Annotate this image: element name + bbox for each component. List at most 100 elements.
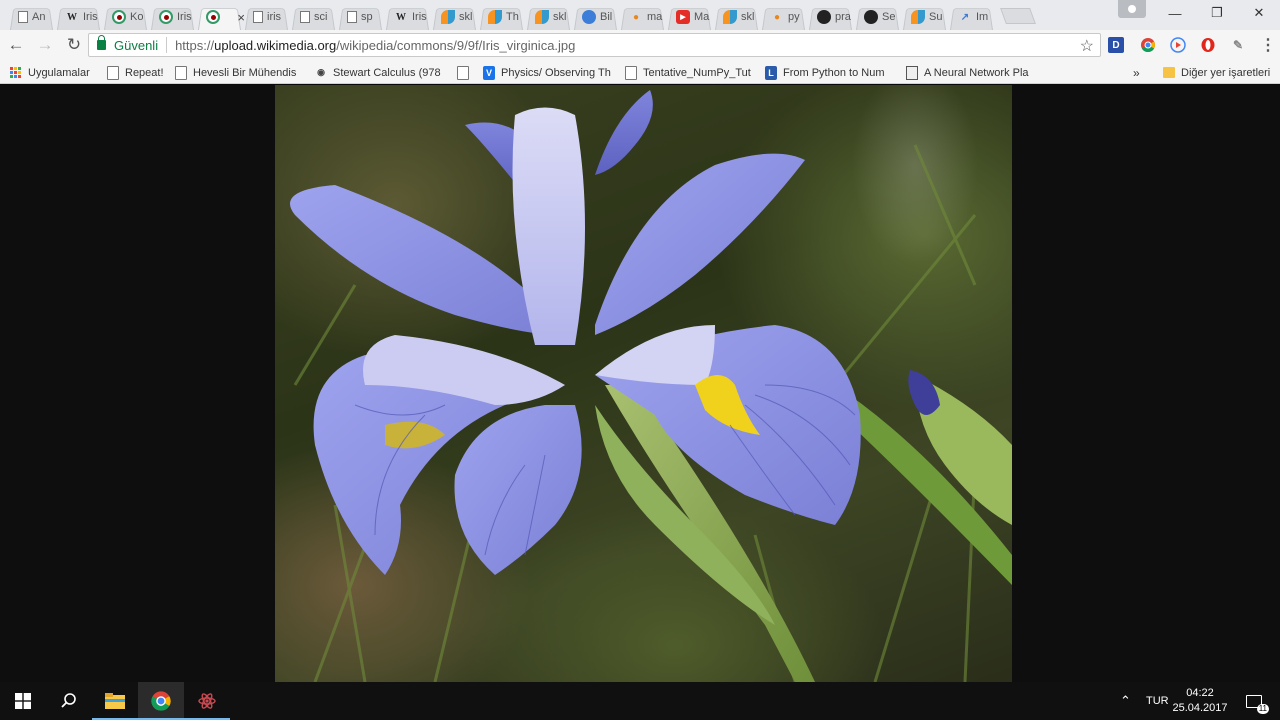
bookmark-item[interactable]: Tentative_NumPy_Tut: [625, 64, 751, 81]
scikit-icon: [535, 10, 549, 24]
tab[interactable]: Th: [476, 4, 527, 30]
notification-icon: 11: [1246, 694, 1269, 714]
tab-title: Iris: [83, 11, 98, 23]
bookmark-label: From Python to Num: [783, 66, 885, 79]
tab[interactable]: W Iris: [382, 4, 433, 30]
tab[interactable]: Su: [899, 4, 950, 30]
bookmark-star-icon[interactable]: ☆: [1080, 36, 1094, 56]
wikimedia-icon: [206, 10, 220, 24]
play-extension-icon[interactable]: [1168, 35, 1188, 55]
image-viewer: [0, 85, 1280, 682]
url-text[interactable]: https://upload.wikimedia.org/wikipedia/c…: [175, 38, 575, 53]
search-button[interactable]: [46, 682, 92, 720]
opera-extension-icon[interactable]: [1198, 35, 1218, 55]
tab-title: skl: [459, 11, 473, 23]
tab[interactable]: ● py: [758, 4, 809, 30]
tab[interactable]: Ko: [100, 4, 151, 30]
profile-button[interactable]: [1118, 0, 1146, 18]
tab[interactable]: skl: [429, 4, 480, 30]
wikipedia-icon: W: [67, 11, 77, 23]
tab[interactable]: ● ma: [617, 4, 668, 30]
reload-button[interactable]: ↻: [61, 32, 87, 58]
close-tab-icon[interactable]: ×: [237, 10, 245, 25]
tab-title: Se: [882, 11, 896, 23]
other-bookmarks-folder[interactable]: Diğer yer işaretleri: [1163, 64, 1270, 81]
bookmarks-overflow-button[interactable]: »: [1133, 64, 1140, 81]
chrome-extension-icon[interactable]: [1138, 35, 1158, 55]
chevron-up-icon: ⌃: [1120, 693, 1131, 708]
chrome-taskbar-button[interactable]: [138, 682, 184, 720]
url-host: upload.wikimedia.org: [214, 37, 337, 53]
start-button[interactable]: [0, 682, 46, 720]
url-path: /wikipedia/commons/9/9f/Iris_virginica.j…: [336, 37, 576, 53]
tab[interactable]: skl: [523, 4, 574, 30]
tab-title: py: [788, 11, 800, 23]
github-icon: [817, 10, 831, 24]
dashlane-extension-icon[interactable]: D: [1108, 37, 1124, 53]
pdf-extension-icon[interactable]: ✎: [1228, 35, 1248, 55]
other-bookmarks-label: Diğer yer işaretleri: [1181, 66, 1271, 79]
divider: [166, 37, 168, 53]
back-button[interactable]: ←: [3, 32, 29, 58]
chrome-icon: [151, 691, 171, 711]
apps-shortcut[interactable]: Uygulamalar: [10, 64, 90, 81]
bookmark-label: Tentative_NumPy_Tut: [643, 66, 751, 79]
tab[interactable]: An: [6, 4, 57, 30]
tray-overflow-button[interactable]: ⌃: [1120, 682, 1131, 720]
tab-title: Iris: [177, 11, 192, 23]
tab[interactable]: pra: [805, 4, 856, 30]
tab-title: pra: [835, 11, 851, 23]
atom-taskbar-button[interactable]: [184, 682, 230, 720]
clock-date: 25.04.2017: [1172, 702, 1228, 714]
atom-icon: [198, 693, 216, 709]
tab-title: ma: [647, 11, 663, 23]
bookmark-item[interactable]: [457, 64, 475, 81]
tab[interactable]: iris: [241, 4, 292, 30]
action-center-button[interactable]: 11: [1246, 682, 1269, 720]
scikit-icon: [441, 10, 455, 24]
tab[interactable]: Bil: [570, 4, 621, 30]
wikipedia-icon: W: [396, 11, 406, 23]
youtube-icon: ▶: [676, 10, 690, 24]
notification-count: 11: [1256, 703, 1269, 714]
tab-title: Ma: [694, 11, 710, 23]
tab-title: Im: [976, 11, 989, 23]
clock[interactable]: 04:22 25.04.2017: [1170, 686, 1230, 716]
bookmark-item[interactable]: ◉ Stewart Calculus (978: [315, 64, 441, 81]
bookmark-item[interactable]: A Neural Network Pla: [906, 64, 1029, 81]
iris-virginica-photo[interactable]: [275, 85, 1012, 682]
search-icon: [61, 693, 76, 708]
bookmark-item[interactable]: Hevesli Bir Mühendis: [175, 64, 296, 81]
tab[interactable]: Se: [852, 4, 903, 30]
tab-title: Iris: [412, 11, 427, 23]
tab[interactable]: ×: [194, 4, 245, 30]
tab[interactable]: skl: [711, 4, 762, 30]
tab[interactable]: ▶ Ma: [664, 4, 715, 30]
bookmark-item[interactable]: Repeat!: [107, 64, 164, 81]
bookmark-label: Physics/ Observing Th: [501, 66, 611, 79]
new-tab-button[interactable]: [1000, 8, 1036, 24]
minimize-button[interactable]: —: [1154, 0, 1196, 26]
wikimedia-icon: [112, 10, 126, 24]
restore-button[interactable]: ❐: [1196, 0, 1238, 26]
language-indicator[interactable]: TUR: [1146, 682, 1169, 720]
tab[interactable]: sp: [335, 4, 386, 30]
tab[interactable]: W Iris: [53, 4, 104, 30]
tab[interactable]: Iris: [147, 4, 198, 30]
page-icon: [253, 11, 263, 23]
bookmark-label: Stewart Calculus (978: [333, 66, 441, 79]
globe-icon: [582, 10, 596, 24]
tab[interactable]: ↗ Im: [946, 4, 997, 30]
address-bar[interactable]: Güvenli https://upload.wikimedia.org/wik…: [88, 33, 1101, 57]
bookmark-label: A Neural Network Pla: [924, 66, 1029, 79]
bookmark-item[interactable]: L From Python to Num: [765, 64, 884, 81]
bookmark-item[interactable]: V Physics/ Observing Th: [483, 64, 611, 81]
page-icon: [347, 11, 357, 23]
menu-icon[interactable]: ⋮: [1258, 35, 1278, 55]
scikit-icon: [488, 10, 502, 24]
forward-button[interactable]: →: [32, 32, 58, 58]
windows-taskbar: ⌃ TUR 04:22 25.04.2017 11: [0, 682, 1280, 720]
close-window-button[interactable]: ✕: [1238, 0, 1280, 26]
tab[interactable]: sci: [288, 4, 339, 30]
file-explorer-button[interactable]: [92, 682, 138, 720]
